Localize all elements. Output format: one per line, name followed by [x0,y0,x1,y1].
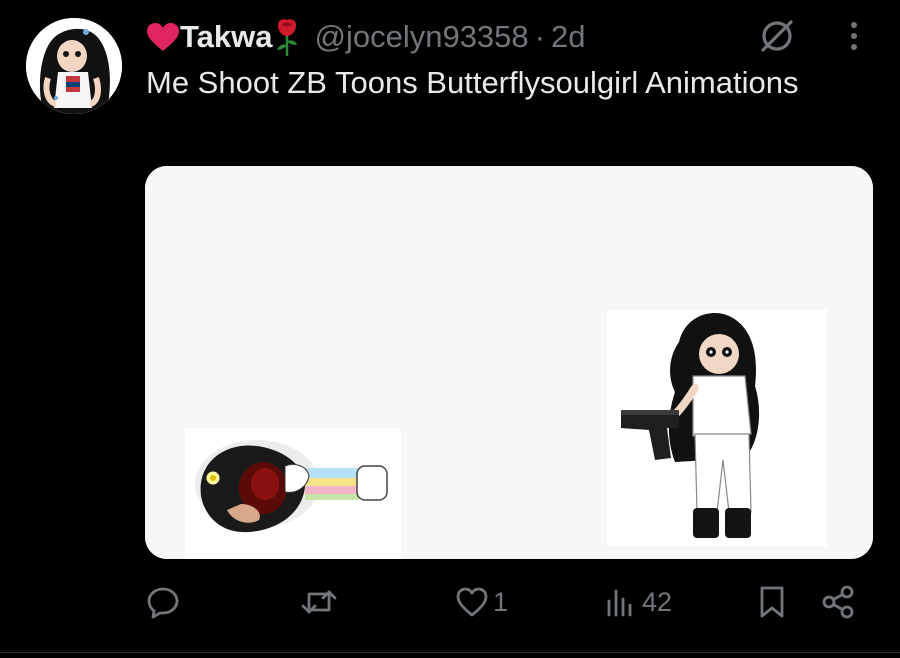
like-button[interactable]: 1 [455,580,508,624]
bookmark-button[interactable] [757,580,787,624]
author-display-name: Takwa [180,19,273,54]
views-count: 42 [642,586,673,617]
reply-icon [146,585,180,619]
rose-emoji-icon [272,17,302,57]
post: Takwa @jocelyn93358 · 2d Me Shoot ZB Too… [0,0,900,658]
red-heart-emoji-icon [146,22,180,52]
author-handle[interactable]: @jocelyn93358 [314,19,528,55]
reply-button[interactable] [146,580,184,624]
grok-icon[interactable] [757,16,797,56]
post-media-image[interactable] [145,166,873,559]
post-header: Takwa @jocelyn93358 · 2d [146,14,585,60]
views-button[interactable]: 42 [604,580,672,624]
divider [0,652,900,653]
post-text: Me Shoot ZB Toons Butterflysoulgirl Anim… [146,65,799,100]
more-vertical-icon[interactable] [840,18,868,54]
avatar[interactable] [26,18,122,114]
repost-button[interactable] [300,580,342,624]
author-name[interactable]: Takwa [146,17,302,57]
share-button[interactable] [820,580,856,624]
separator-dot: · [534,19,545,54]
repost-icon [300,585,338,619]
share-icon [820,584,856,620]
heart-icon [455,586,489,618]
post-time[interactable]: 2d [551,19,585,55]
action-bar: 1 42 [0,580,900,624]
like-count: 1 [493,586,509,617]
avatar-image [26,18,122,114]
bookmark-icon [757,585,787,619]
views-icon [604,585,638,619]
